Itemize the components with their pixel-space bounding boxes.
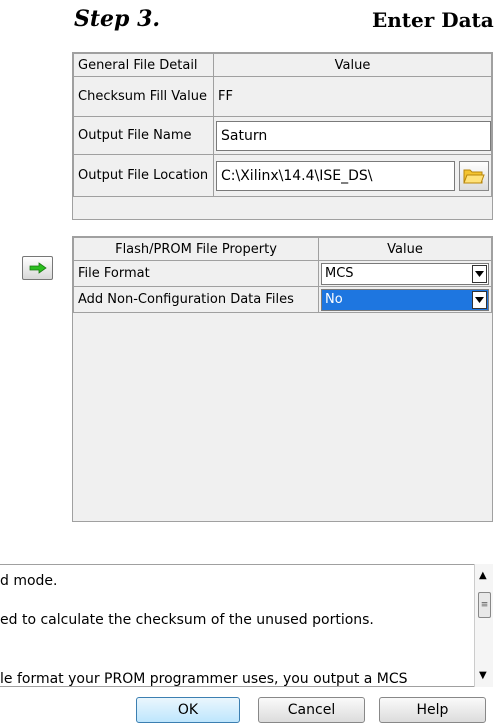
output-location-input[interactable]: C:\Xilinx\14.4\ISE_DS\ bbox=[216, 160, 455, 191]
checksum-label: Checksum Fill Value bbox=[73, 76, 214, 117]
green-arrow-icon bbox=[29, 262, 47, 274]
flash-prom-table: Flash/PROM File Property Value File Form… bbox=[73, 237, 492, 313]
page-title: Enter Data bbox=[372, 8, 494, 32]
scroll-down-icon[interactable]: ▼ bbox=[479, 670, 487, 681]
scroll-thumb[interactable]: ≡ bbox=[478, 592, 491, 618]
file-format-select[interactable]: MCS bbox=[321, 262, 489, 285]
table-row: Add Non-Configuration Data Files No bbox=[73, 286, 492, 313]
next-arrow-button[interactable] bbox=[22, 256, 53, 280]
cancel-button[interactable]: Cancel bbox=[258, 697, 365, 723]
add-nonconfig-label: Add Non-Configuration Data Files bbox=[73, 286, 319, 313]
table-row: File Format MCS bbox=[73, 260, 492, 287]
flash-prom-panel: Flash/PROM File Property Value File Form… bbox=[72, 236, 493, 522]
description-box: d mode. ed to calculate the checksum of … bbox=[0, 564, 474, 687]
description-line: le format your PROM programmer uses, you… bbox=[0, 671, 408, 687]
output-name-input[interactable]: Saturn bbox=[216, 120, 491, 151]
table-row: Output File Location C:\Xilinx\14.4\ISE_… bbox=[73, 154, 492, 197]
checksum-value[interactable]: FF bbox=[213, 76, 492, 117]
general-file-table: General File Detail Value Checksum Fill … bbox=[73, 53, 492, 197]
column-header-detail: General File Detail bbox=[73, 53, 214, 77]
add-nonconfig-value: No bbox=[325, 292, 343, 307]
column-header-value: Value bbox=[318, 237, 492, 261]
table-row: Checksum Fill Value FF bbox=[73, 76, 492, 117]
chevron-down-icon[interactable] bbox=[472, 264, 487, 283]
column-header-property: Flash/PROM File Property bbox=[73, 237, 319, 261]
ok-button[interactable]: OK bbox=[136, 697, 240, 723]
file-format-value: MCS bbox=[325, 266, 354, 281]
browse-folder-button[interactable] bbox=[459, 160, 489, 191]
column-header-value: Value bbox=[213, 53, 492, 77]
help-button[interactable]: Help bbox=[379, 697, 486, 723]
table-row: Output File Name Saturn bbox=[73, 116, 492, 155]
step-title: Step 3. bbox=[74, 6, 161, 32]
folder-icon bbox=[463, 169, 485, 183]
output-name-label: Output File Name bbox=[73, 116, 214, 155]
add-nonconfig-select[interactable]: No bbox=[321, 288, 489, 311]
chevron-down-icon[interactable] bbox=[472, 290, 487, 309]
general-file-panel: General File Detail Value Checksum Fill … bbox=[72, 52, 493, 220]
output-location-label: Output File Location bbox=[73, 154, 214, 197]
description-line: ed to calculate the checksum of the unus… bbox=[0, 612, 374, 628]
description-scrollbar[interactable]: ▲ ≡ ▼ bbox=[474, 564, 493, 687]
scroll-up-icon[interactable]: ▲ bbox=[479, 570, 487, 581]
description-line: d mode. bbox=[0, 573, 58, 589]
file-format-label: File Format bbox=[73, 260, 319, 287]
